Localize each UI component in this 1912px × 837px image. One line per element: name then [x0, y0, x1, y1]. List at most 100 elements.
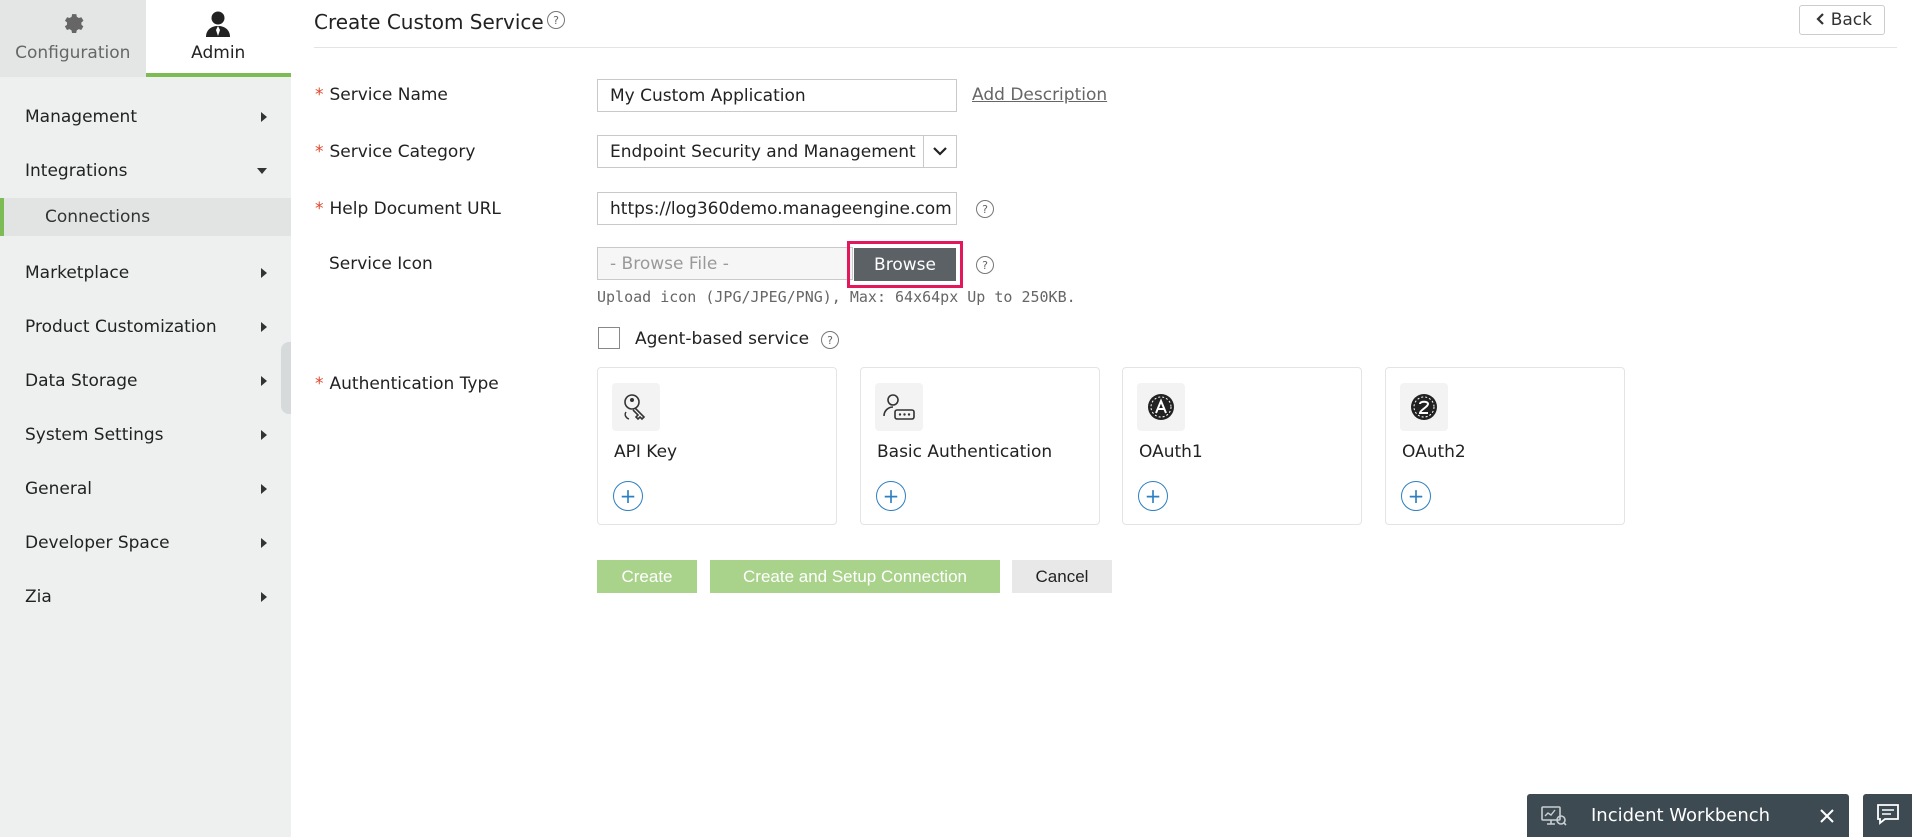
auth-option-oauth1[interactable]: OAuth1 +	[1122, 367, 1362, 525]
sidebar-item-developer-space[interactable]: Developer Space	[0, 516, 291, 570]
create-and-setup-connection-button[interactable]: Create and Setup Connection	[710, 560, 1000, 593]
sidebar-item-label: Marketplace	[25, 263, 130, 283]
sidebar-item-label: General	[25, 479, 92, 499]
help-url-label-text: Help Document URL	[329, 199, 501, 219]
required-mark: *	[315, 142, 324, 162]
sidebar-item-marketplace[interactable]: Marketplace	[0, 246, 291, 300]
tab-configuration-label: Configuration	[15, 43, 131, 63]
service-name-label-text: Service Name	[329, 85, 448, 105]
main-content: Create Custom Service ? Back * Service Na…	[291, 0, 1912, 837]
page-header: Create Custom Service ? Back	[314, 0, 1897, 48]
auth-option-basic[interactable]: Basic Authentication +	[860, 367, 1100, 525]
oauth1-icon	[1137, 383, 1185, 431]
service-name-input[interactable]: My Custom Application	[597, 79, 957, 112]
chat-button[interactable]	[1863, 794, 1912, 837]
service-name-label: * Service Name	[315, 85, 448, 105]
sidebar-item-label: Integrations	[25, 161, 128, 181]
service-icon-label: Service Icon	[329, 254, 433, 274]
auth-option-label: Basic Authentication	[877, 442, 1053, 462]
caret-right-icon	[261, 430, 267, 440]
upload-hint: Upload icon (JPG/JPEG/PNG), Max: 64x64px…	[597, 288, 1076, 306]
required-mark: *	[315, 85, 324, 105]
sidebar-collapse-handle[interactable]	[281, 342, 291, 414]
browse-file-placeholder: - Browse File -	[610, 253, 729, 274]
sidebar-item-data-storage[interactable]: Data Storage	[0, 354, 291, 408]
auth-type-label: * Authentication Type	[315, 374, 499, 394]
service-name-value: My Custom Application	[610, 85, 806, 106]
add-description-link[interactable]: Add Description	[972, 85, 1107, 105]
add-api-key-button[interactable]: +	[613, 481, 643, 511]
service-category-value: Endpoint Security and Management	[610, 141, 916, 162]
caret-right-icon	[261, 112, 267, 122]
sidebar-item-label: Developer Space	[25, 533, 170, 553]
caret-right-icon	[261, 322, 267, 332]
tab-admin-label: Admin	[191, 43, 246, 63]
close-icon[interactable]	[1819, 808, 1835, 824]
sidebar-item-label: Zia	[25, 587, 52, 607]
gear-icon	[61, 9, 85, 39]
auth-option-api-key[interactable]: API Key +	[597, 367, 837, 525]
user-icon	[205, 9, 231, 39]
service-category-label: * Service Category	[315, 142, 475, 162]
sidebar-item-label: Data Storage	[25, 371, 138, 391]
sidebar-item-label: Management	[25, 107, 137, 127]
cancel-button[interactable]: Cancel	[1012, 560, 1112, 593]
chevron-down-icon[interactable]	[923, 136, 956, 167]
help-icon[interactable]: ?	[976, 256, 994, 274]
user-password-icon	[875, 383, 923, 431]
sidebar-item-product-customization[interactable]: Product Customization	[0, 300, 291, 354]
auth-option-label: OAuth2	[1402, 442, 1466, 462]
required-mark: *	[315, 199, 324, 219]
auth-option-label: OAuth1	[1139, 442, 1203, 462]
caret-right-icon	[261, 268, 267, 278]
sidebar-subitem-connections[interactable]: Connections	[0, 198, 291, 236]
agent-based-label: Agent-based service	[635, 329, 810, 349]
sidebar-item-general[interactable]: General	[0, 462, 291, 516]
incident-workbench-label: Incident Workbench	[1591, 805, 1771, 826]
page-title: Create Custom Service	[314, 10, 544, 34]
sidebar: Configuration Admin Management Integrati…	[0, 0, 291, 837]
create-button[interactable]: Create	[597, 560, 697, 593]
service-category-label-text: Service Category	[329, 142, 476, 162]
chat-icon	[1876, 803, 1900, 829]
workbench-icon	[1541, 805, 1571, 827]
incident-workbench-bar[interactable]: Incident Workbench	[1527, 794, 1849, 837]
browse-button[interactable]: Browse	[854, 248, 956, 281]
caret-down-icon	[257, 168, 267, 174]
sidebar-item-management[interactable]: Management	[0, 90, 291, 144]
agent-based-checkbox[interactable]	[598, 327, 620, 349]
caret-right-icon	[261, 538, 267, 548]
sidebar-item-label: Product Customization	[25, 317, 217, 337]
help-url-value: https://log360demo.manageengine.com	[610, 198, 952, 219]
browse-file-field[interactable]: - Browse File -	[597, 247, 853, 280]
auth-option-oauth2[interactable]: OAuth2 +	[1385, 367, 1625, 525]
add-oauth1-button[interactable]: +	[1138, 481, 1168, 511]
help-icon[interactable]: ?	[976, 200, 994, 218]
auth-type-label-text: Authentication Type	[329, 374, 499, 394]
caret-right-icon	[261, 592, 267, 602]
tab-configuration[interactable]: Configuration	[0, 0, 146, 77]
back-button[interactable]: Back	[1798, 5, 1885, 35]
add-basic-auth-button[interactable]: +	[876, 481, 906, 511]
help-url-input[interactable]: https://log360demo.manageengine.com	[597, 192, 957, 225]
caret-right-icon	[261, 376, 267, 386]
browse-highlight: Browse	[847, 241, 963, 288]
add-oauth2-button[interactable]: +	[1401, 481, 1431, 511]
help-url-label: * Help Document URL	[315, 199, 501, 219]
help-icon[interactable]: ?	[547, 11, 565, 29]
sidebar-nav: Management Integrations Connections Mark…	[0, 90, 291, 624]
sidebar-item-zia[interactable]: Zia	[0, 570, 291, 624]
service-category-select[interactable]: Endpoint Security and Management	[597, 135, 957, 168]
sidebar-item-integrations[interactable]: Integrations	[0, 144, 291, 198]
back-label: Back	[1830, 10, 1872, 30]
auth-option-label: API Key	[614, 442, 678, 462]
sidebar-item-label: System Settings	[25, 425, 164, 445]
help-icon[interactable]: ?	[821, 331, 839, 349]
sidebar-subitem-label: Connections	[45, 207, 151, 227]
tab-admin[interactable]: Admin	[145, 0, 291, 77]
oauth2-icon	[1400, 383, 1448, 431]
sidebar-item-system-settings[interactable]: System Settings	[0, 408, 291, 462]
key-icon	[612, 383, 660, 431]
caret-right-icon	[261, 484, 267, 494]
sidebar-top-tabs: Configuration Admin	[0, 0, 291, 77]
